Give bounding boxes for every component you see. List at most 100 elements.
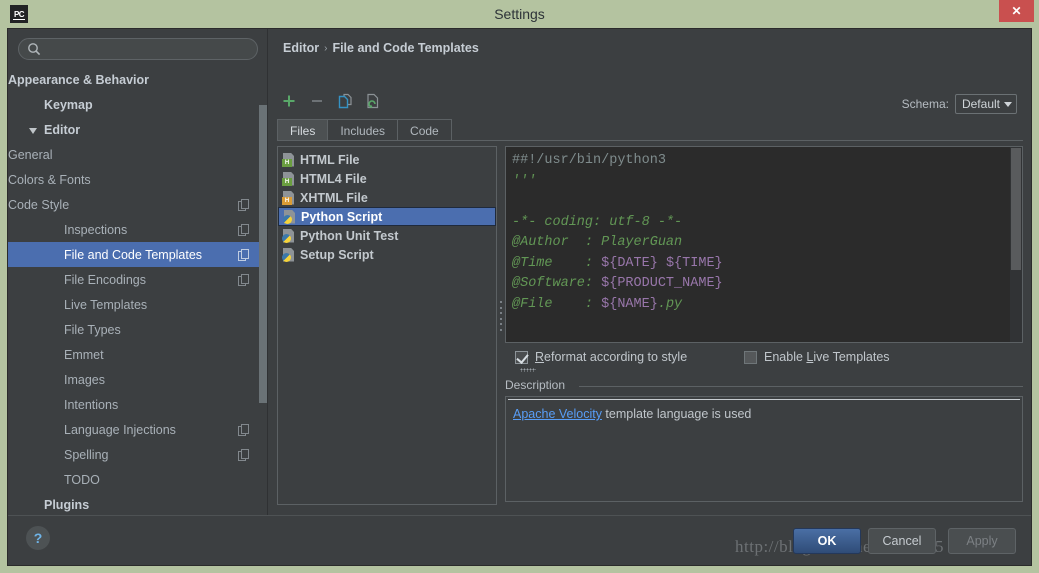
sidebar-item-inspections[interactable]: Inspections: [8, 217, 266, 242]
copy-settings-icon: [238, 199, 249, 211]
python-file-icon: [282, 228, 295, 243]
sidebar-item-file-and-code-templates[interactable]: File and Code Templates: [8, 242, 266, 267]
code-var-product-name: ${PRODUCT_NAME}: [601, 276, 723, 291]
code-line-file-label: @File :: [512, 296, 602, 312]
chevron-down-icon[interactable]: [28, 124, 40, 136]
template-list-item[interactable]: H XHTML File: [278, 188, 496, 207]
code-line-docstring-open: ''': [512, 173, 537, 189]
window-title: Settings: [494, 6, 545, 22]
ok-button[interactable]: OK: [793, 528, 861, 554]
template-list[interactable]: H HTML File H HTML4 File H XHTML File Python S…: [277, 146, 497, 505]
copy-settings-icon: [238, 224, 249, 236]
sidebar-scrollbar-thumb[interactable]: [259, 105, 267, 403]
sidebar-item-todo[interactable]: TODO: [8, 467, 266, 492]
search-icon: [28, 43, 41, 56]
template-list-item[interactable]: H HTML4 File: [278, 169, 496, 188]
settings-sidebar: Appearance & Behavior Keymap Editor General…: [8, 29, 268, 515]
template-list-item-label: Python Unit Test: [300, 228, 399, 243]
sidebar-item-label: Emmet: [64, 347, 104, 362]
sidebar-item-colors-fonts[interactable]: Colors & Fonts: [8, 167, 266, 192]
sidebar-item-intentions[interactable]: Intentions: [8, 392, 266, 417]
code-file-suffix: .py: [657, 296, 683, 312]
sidebar-item-plugins[interactable]: Plugins: [8, 492, 266, 515]
html-file-icon: H: [282, 152, 295, 167]
sidebar-item-label: File Types: [64, 322, 121, 337]
editor-options: Reformat according to style Enable Live …: [505, 348, 1023, 372]
sidebar-item-label: TODO: [64, 472, 100, 487]
copy-settings-icon: [238, 424, 249, 436]
tab-code[interactable]: Code: [397, 119, 452, 141]
focus-indicator-dots: [520, 368, 536, 372]
sidebar-item-live-templates[interactable]: Live Templates: [8, 292, 266, 317]
template-editor[interactable]: ##!/usr/bin/python3 ''' -*- coding: utf-…: [505, 146, 1023, 343]
sidebar-item-label: Spelling: [64, 447, 109, 462]
sidebar-item-general[interactable]: General: [8, 142, 266, 167]
schema-label: Schema:: [901, 97, 949, 111]
cancel-button[interactable]: Cancel: [868, 528, 936, 554]
code-var-time: ${TIME}: [665, 255, 723, 271]
reset-template-button[interactable]: [363, 91, 383, 111]
sidebar-item-code-style[interactable]: Code Style: [8, 192, 266, 217]
editor-scrollbar-track[interactable]: [1010, 147, 1022, 342]
tab-includes[interactable]: Includes: [327, 119, 399, 141]
schema-dropdown[interactable]: Default: [954, 94, 1017, 114]
description-top-rule: [508, 399, 1020, 400]
sidebar-item-spelling[interactable]: Spelling: [8, 442, 266, 467]
panel-splitter[interactable]: [499, 301, 504, 331]
sidebar-item-editor[interactable]: Editor: [8, 117, 266, 142]
reformat-according-to-style-checkbox[interactable]: Reformat according to style: [515, 350, 687, 364]
sidebar-item-keymap[interactable]: Keymap: [8, 92, 266, 117]
sidebar-item-emmet[interactable]: Emmet: [8, 342, 266, 367]
sidebar-item-language-injections[interactable]: Language Injections: [8, 417, 266, 442]
template-tabs[interactable]: Files Includes Code: [277, 119, 452, 141]
add-template-button[interactable]: [279, 91, 299, 111]
template-list-item[interactable]: Python Unit Test: [278, 226, 496, 245]
apply-button[interactable]: Apply: [948, 528, 1016, 554]
sidebar-item-images[interactable]: Images: [8, 367, 266, 392]
copy-template-button[interactable]: [335, 91, 355, 111]
description-text: Apache Velocity template language is use…: [513, 407, 1014, 421]
schema-control: Schema: Default: [902, 94, 1017, 114]
editor-scrollbar-thumb[interactable]: [1011, 148, 1021, 270]
sidebar-item-label: Code Style: [8, 197, 70, 212]
remove-template-button[interactable]: [307, 91, 327, 111]
close-icon[interactable]: ✕: [999, 0, 1034, 22]
help-icon[interactable]: ?: [26, 526, 50, 550]
reformat-label: Reformat according to style: [535, 350, 688, 364]
apache-velocity-link[interactable]: Apache Velocity: [513, 407, 602, 421]
sidebar-item-appearance-behavior[interactable]: Appearance & Behavior: [8, 67, 266, 92]
template-list-item[interactable]: Python Script: [278, 207, 496, 226]
template-list-item[interactable]: Setup Script: [278, 245, 496, 264]
sidebar-item-label: Language Injections: [64, 422, 176, 437]
enable-live-templates-checkbox[interactable]: Enable Live Templates: [744, 350, 890, 364]
sidebar-scrollbar-track[interactable]: [259, 67, 267, 515]
sidebar-item-file-encodings[interactable]: File Encodings: [8, 267, 266, 292]
search-input[interactable]: [18, 38, 258, 60]
code-line-time-label: @Time :: [512, 255, 602, 271]
template-editor-code[interactable]: ##!/usr/bin/python3 ''' -*- coding: utf-…: [512, 151, 1008, 315]
template-list-item-label: HTML File: [300, 152, 360, 167]
breadcrumb-parent[interactable]: Editor: [283, 41, 319, 55]
settings-tree[interactable]: Appearance & Behavior Keymap Editor General…: [8, 67, 266, 515]
sidebar-item-label: Intentions: [64, 397, 119, 412]
sidebar-item-file-types[interactable]: File Types: [8, 317, 266, 342]
settings-main-panel: Editor › File and Code Templates Schema:…: [269, 29, 1031, 515]
description-box[interactable]: Apache Velocity template language is use…: [505, 396, 1023, 502]
checkbox-icon-checked[interactable]: [515, 350, 528, 364]
tab-files[interactable]: Files: [277, 119, 329, 141]
description-rest: template language is used: [601, 407, 752, 421]
description-separator: [579, 386, 1023, 387]
template-list-item[interactable]: H HTML File: [278, 150, 496, 169]
checkbox-icon-unchecked[interactable]: [744, 350, 757, 364]
sidebar-item-label: File Encodings: [64, 272, 146, 287]
